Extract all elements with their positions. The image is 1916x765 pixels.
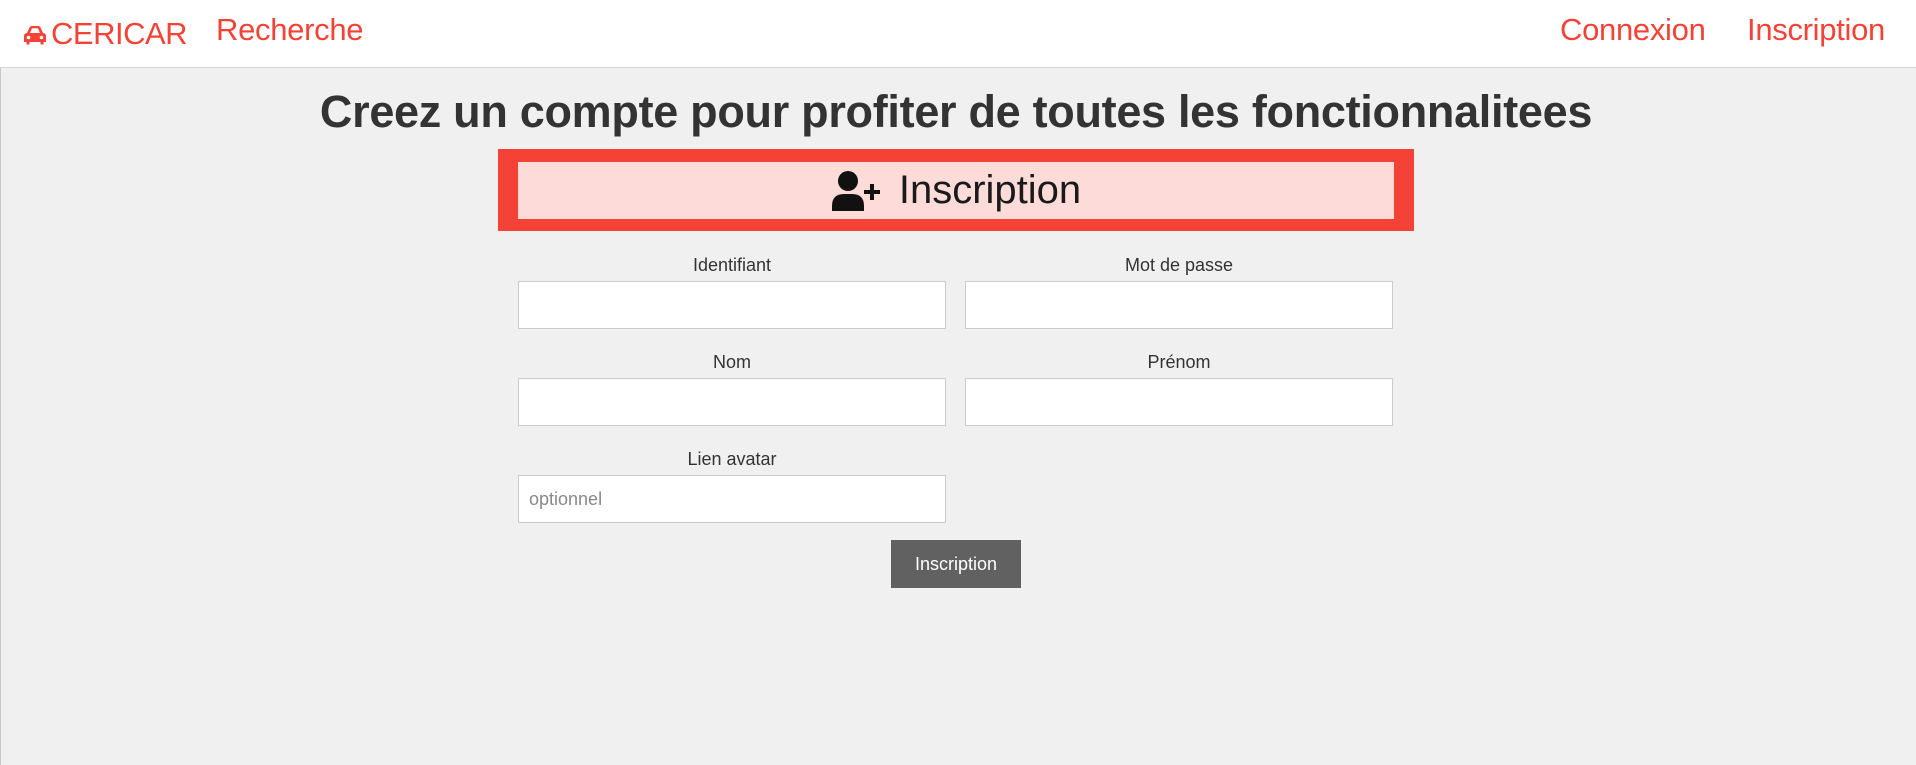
nav-link-recherche[interactable]: Recherche	[216, 12, 364, 48]
nav-link-connexion[interactable]: Connexion	[1560, 12, 1706, 48]
brand-name: CERICAR	[51, 16, 188, 51]
signup-banner-inner: Inscription	[518, 162, 1394, 219]
field-lien-avatar: Lien avatar	[518, 447, 946, 523]
prenom-input[interactable]	[965, 378, 1393, 426]
nom-input[interactable]	[518, 378, 946, 426]
identifiant-label: Identifiant	[692, 255, 772, 275]
prenom-label: Prénom	[1147, 352, 1211, 372]
field-prenom: Prénom	[965, 350, 1393, 426]
signup-submit-button[interactable]: Inscription	[891, 540, 1021, 588]
nom-label: Nom	[712, 352, 751, 372]
field-identifiant: Identifiant	[518, 253, 946, 329]
brand-link[interactable]: CERICAR	[22, 16, 188, 52]
car-icon	[24, 26, 46, 45]
identifiant-input[interactable]	[518, 281, 946, 329]
field-nom: Nom	[518, 350, 946, 426]
field-mot-de-passe: Mot de passe	[965, 253, 1393, 329]
navbar: CERICAR Recherche Connexion Inscription	[0, 0, 1916, 68]
user-plus-icon	[831, 170, 880, 211]
page-heading: Creez un compte pour profiter de toutes …	[319, 86, 1593, 137]
signup-banner: Inscription	[498, 149, 1414, 231]
mot-de-passe-input[interactable]	[965, 281, 1393, 329]
signup-banner-title: Inscription	[898, 168, 1082, 212]
mot-de-passe-label: Mot de passe	[1124, 255, 1234, 275]
page-left-border	[0, 68, 1, 765]
lien-avatar-label: Lien avatar	[687, 449, 777, 469]
nav-link-inscription[interactable]: Inscription	[1747, 12, 1885, 48]
lien-avatar-input[interactable]	[518, 475, 946, 523]
